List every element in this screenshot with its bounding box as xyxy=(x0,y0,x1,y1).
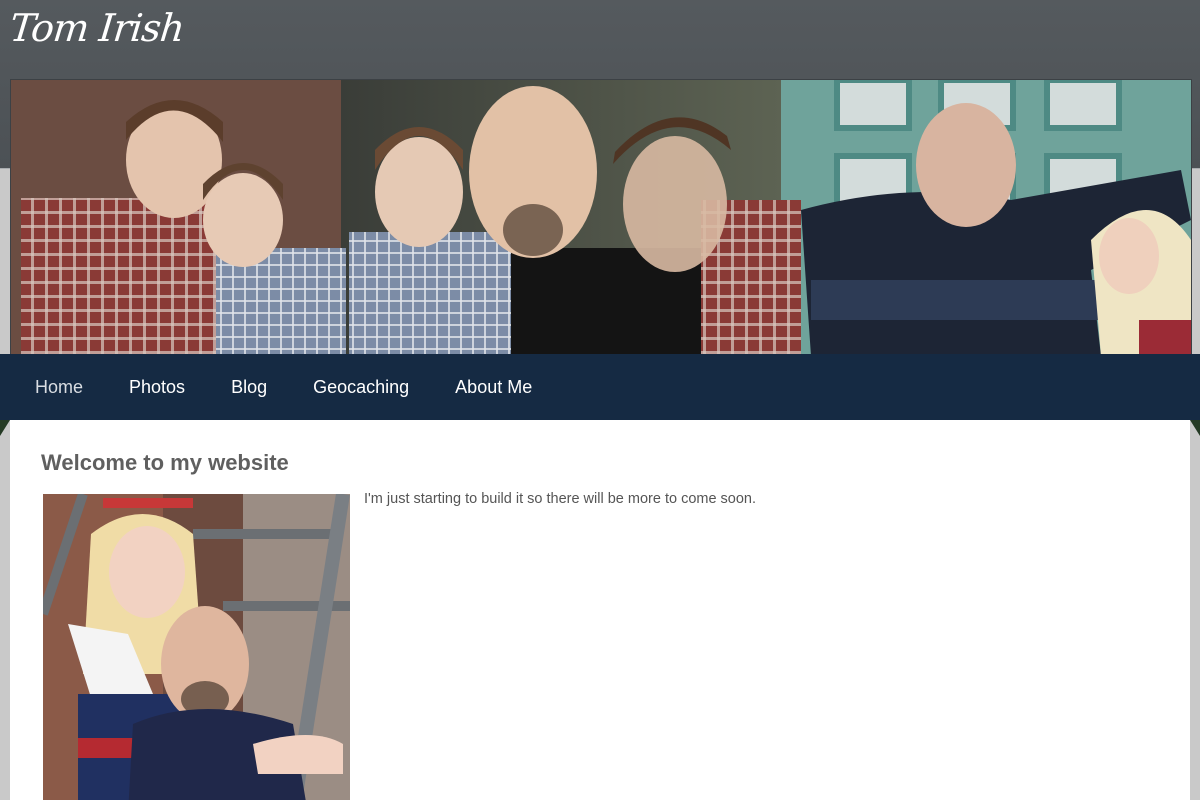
site-title[interactable]: Tom Irish xyxy=(8,6,186,50)
ribbon-fold-left xyxy=(0,420,10,436)
page-heading: Welcome to my website xyxy=(41,450,289,475)
intro-paragraph: I'm just starting to build it so there w… xyxy=(364,491,757,507)
nav-item-home[interactable]: Home xyxy=(12,377,106,398)
nav-item-geocaching[interactable]: Geocaching xyxy=(290,377,432,398)
nav-item-blog[interactable]: Blog xyxy=(208,377,290,398)
nav-item-about-me[interactable]: About Me xyxy=(432,377,555,398)
main-navigation: Home Photos Blog Geocaching About Me xyxy=(0,354,1200,420)
family-photo xyxy=(43,494,350,800)
page: Tom Irish Home Photos Blog Geocaching Ab… xyxy=(0,0,1200,800)
header-banner-photo xyxy=(10,79,1192,357)
ribbon-fold-right xyxy=(1190,420,1200,436)
main-content: Welcome to my website I'm just starting … xyxy=(10,420,1190,800)
nav-item-photos[interactable]: Photos xyxy=(106,377,208,398)
